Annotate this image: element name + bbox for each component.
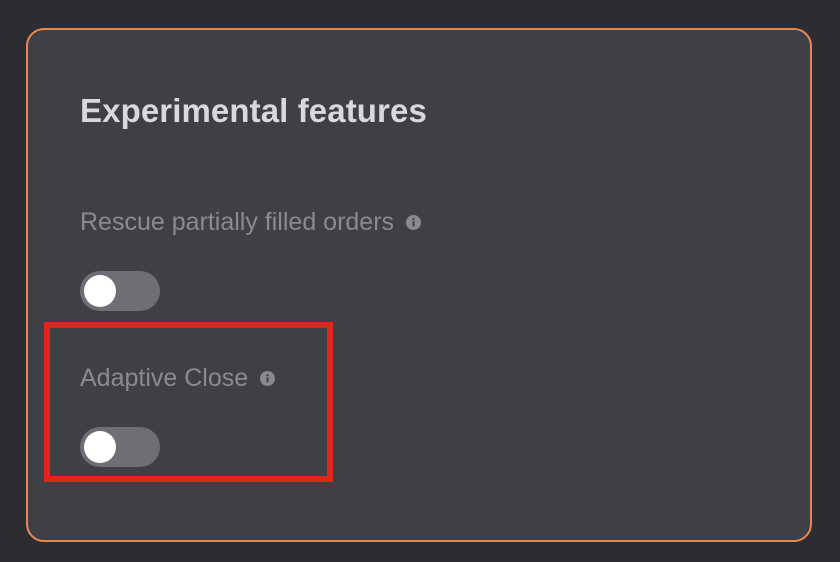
experimental-features-panel: Experimental features Rescue partially f… <box>26 28 812 542</box>
feature-label-rescue-partially-filled-orders: Rescue partially filled orders <box>80 208 422 237</box>
panel-title: Experimental features <box>80 92 427 129</box>
rescue-partially-filled-orders-toggle[interactable] <box>80 271 160 311</box>
info-icon[interactable] <box>406 215 422 230</box>
feature-label-adaptive-close: Adaptive Close <box>80 364 276 393</box>
feature-label-text: Rescue partially filled orders <box>80 208 395 236</box>
feature-label-text: Adaptive Close <box>80 364 249 392</box>
toggle-knob <box>84 431 116 463</box>
adaptive-close-toggle[interactable] <box>80 427 160 467</box>
toggle-knob <box>84 275 116 307</box>
info-icon[interactable] <box>260 371 276 386</box>
